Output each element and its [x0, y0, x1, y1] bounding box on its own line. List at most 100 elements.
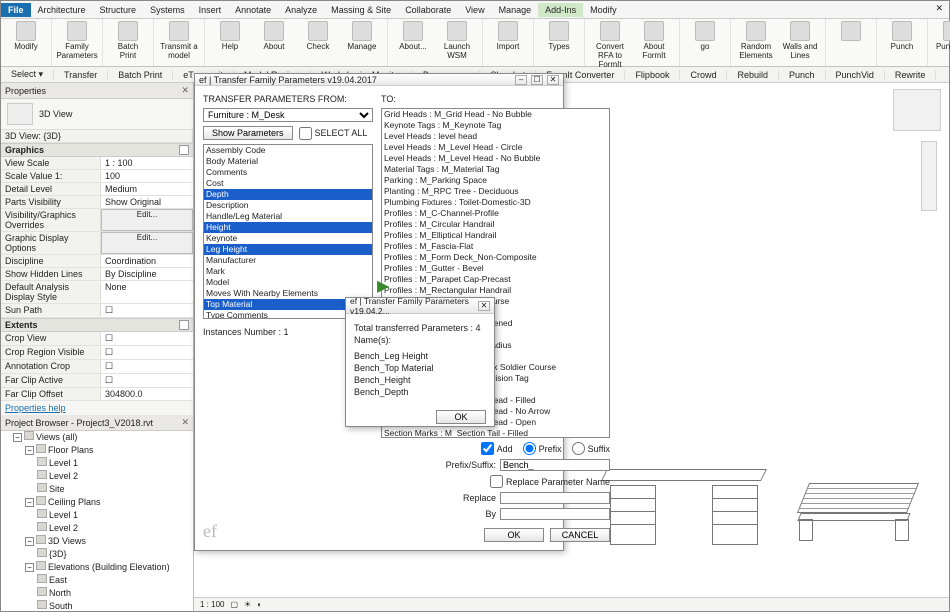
ribbon-tab-structure[interactable]: Structure — [93, 3, 144, 17]
list-item[interactable]: Assembly Code — [204, 145, 372, 156]
expand-icon[interactable]: − — [25, 537, 34, 546]
ribbon-button[interactable]: Import — [489, 21, 527, 51]
property-value[interactable]: 100 — [101, 170, 193, 182]
property-row[interactable]: Graphic Display OptionsEdit... — [1, 232, 193, 255]
replace-input[interactable] — [500, 492, 610, 504]
prefix-input[interactable] — [523, 442, 536, 455]
property-value[interactable]: Show Original — [101, 196, 193, 208]
close-icon[interactable]: ✕ — [547, 75, 559, 85]
ribbon-button[interactable]: Family Parameters — [58, 21, 96, 60]
list-item[interactable]: Keynote Tags : M_Keynote Tag — [382, 120, 609, 131]
list-item[interactable]: Mark — [204, 266, 372, 277]
close-icon[interactable]: ✕ — [181, 85, 189, 96]
replace-param-checkbox[interactable]: Replace Parameter Name — [490, 475, 610, 488]
list-item[interactable]: Planting : M_RPC Tree - Deciduous — [382, 186, 609, 197]
ribbon-button[interactable]: Help — [211, 21, 249, 51]
sun-path-icon[interactable]: ☀ — [244, 600, 251, 609]
tree-node[interactable]: {3D} — [37, 548, 193, 561]
ribbon-button[interactable]: Convert RFA to FormIt — [591, 21, 629, 69]
list-item[interactable]: Level Heads : level head — [382, 131, 609, 142]
edit-button[interactable]: Edit... — [101, 209, 193, 231]
dialog-titlebar[interactable]: ef | Transfer Family Parameters v19.04.2… — [195, 74, 563, 86]
prefix-radio[interactable]: Prefix — [523, 442, 562, 455]
ribbon-button[interactable]: About — [255, 21, 293, 51]
ribbon-button[interactable]: Walls and Lines — [781, 21, 819, 60]
ribbon-group-label[interactable]: Rebuild — [727, 70, 779, 80]
from-listbox[interactable]: Assembly CodeBody MaterialCommentsCostDe… — [203, 144, 373, 319]
ribbon-tab-modify[interactable]: Modify — [583, 3, 624, 17]
by-input[interactable] — [500, 508, 610, 520]
property-value[interactable]: ☐ — [101, 374, 193, 387]
expand-icon[interactable] — [179, 145, 189, 155]
ribbon-tab-systems[interactable]: Systems — [143, 3, 192, 17]
ribbon-button[interactable]: About... — [394, 21, 432, 51]
list-item[interactable]: Depth — [204, 189, 372, 200]
select-all-input[interactable] — [299, 127, 312, 140]
property-value[interactable]: 1 : 100 — [101, 157, 193, 169]
property-value[interactable]: ☐ — [101, 360, 193, 373]
tree-node[interactable]: Level 1 — [37, 509, 193, 522]
result-ok-button[interactable]: OK — [436, 410, 486, 424]
list-item[interactable]: Keynote — [204, 233, 372, 244]
tree-node[interactable]: North — [37, 587, 193, 600]
list-item[interactable]: Material Tags : M_Material Tag — [382, 164, 609, 175]
view-cube[interactable] — [893, 89, 941, 131]
edit-button[interactable]: Edit... — [101, 232, 193, 254]
tree-node[interactable]: −Views (all)−Floor PlansLevel 1Level 2Si… — [13, 431, 193, 611]
ribbon-tab-architecture[interactable]: Architecture — [31, 3, 93, 17]
ribbon-group-label[interactable]: PunchVid — [826, 70, 885, 80]
expand-icon[interactable] — [179, 320, 189, 330]
ribbon-button[interactable]: go — [686, 21, 724, 51]
properties-type-header[interactable]: 3D View — [1, 99, 193, 130]
property-value[interactable]: Medium — [101, 183, 193, 195]
project-browser-tree[interactable]: −Views (all)−Floor PlansLevel 1Level 2Si… — [1, 431, 193, 611]
view-control-bar[interactable]: 1 : 100 ▢ ☀ ◐ — [194, 597, 949, 611]
property-value[interactable]: ☐ — [101, 304, 193, 317]
property-row[interactable]: Default Analysis Display StyleNone — [1, 281, 193, 304]
property-value[interactable]: None — [101, 281, 193, 303]
ribbon-group-label[interactable]: Crowd — [680, 70, 727, 80]
ribbon-group-label[interactable]: Rewrite — [885, 70, 937, 80]
list-item[interactable]: Cost — [204, 178, 372, 189]
window-close-icon[interactable]: ✕ — [935, 3, 943, 14]
ribbon-button[interactable]: Manage — [343, 21, 381, 51]
property-value[interactable]: Coordination — [101, 255, 193, 267]
list-item[interactable]: Profiles : M_Parapet Cap-Precast — [382, 274, 609, 285]
shadows-icon[interactable]: ◐ — [257, 600, 262, 609]
list-item[interactable]: Leg Height — [204, 244, 372, 255]
family-select[interactable]: Furniture : M_Desk — [203, 108, 373, 122]
minimize-icon[interactable]: – — [515, 75, 527, 85]
list-item[interactable]: Profiles : M_Gutter - Bevel — [382, 263, 609, 274]
list-item[interactable]: Body Material — [204, 156, 372, 167]
ribbon-tab-file[interactable]: File — [1, 3, 31, 17]
property-row[interactable]: Scale Value 1:100 — [1, 170, 193, 183]
property-value[interactable]: ☐ — [101, 332, 193, 345]
expand-icon[interactable]: − — [13, 433, 22, 442]
navigation-bar[interactable] — [921, 141, 937, 211]
tree-node[interactable]: Level 2 — [37, 470, 193, 483]
replace-param-input[interactable] — [490, 475, 503, 488]
ribbon-group-label[interactable]: Punch — [779, 70, 826, 80]
list-item[interactable]: Height — [204, 222, 372, 233]
property-value[interactable]: By Discipline — [101, 268, 193, 280]
property-row[interactable]: Far Clip Active☐ — [1, 374, 193, 388]
ribbon-button[interactable] — [832, 21, 870, 42]
list-item[interactable]: Profiles : M_C-Channel-Profile — [382, 208, 609, 219]
ribbon-button[interactable]: Punch — [883, 21, 921, 51]
close-icon[interactable]: ✕ — [181, 417, 189, 428]
property-value[interactable]: 304800.0 — [101, 388, 193, 400]
scale-label[interactable]: 1 : 100 — [200, 600, 224, 609]
maximize-icon[interactable]: ☐ — [531, 75, 543, 85]
list-item[interactable]: Grid Heads : M_Grid Head - No Bubble — [382, 109, 609, 120]
ribbon-button[interactable]: About FormIt — [635, 21, 673, 60]
ribbon-tab-massing-site[interactable]: Massing & Site — [324, 3, 398, 17]
tree-node[interactable]: −Elevations (Building Elevation)EastNort… — [25, 561, 193, 611]
ribbon-tab-add-ins[interactable]: Add-Ins — [538, 3, 583, 17]
ribbon-group-label[interactable]: Batch Print — [108, 70, 173, 80]
list-item[interactable]: Comments — [204, 167, 372, 178]
ribbon-button[interactable]: PunchVid — [934, 21, 950, 51]
list-item[interactable]: Profiles : M_Fascia-Flat — [382, 241, 609, 252]
ribbon-tab-view[interactable]: View — [458, 3, 491, 17]
type-selector[interactable]: 3D View — [39, 109, 72, 119]
property-row[interactable]: Crop Region Visible☐ — [1, 346, 193, 360]
